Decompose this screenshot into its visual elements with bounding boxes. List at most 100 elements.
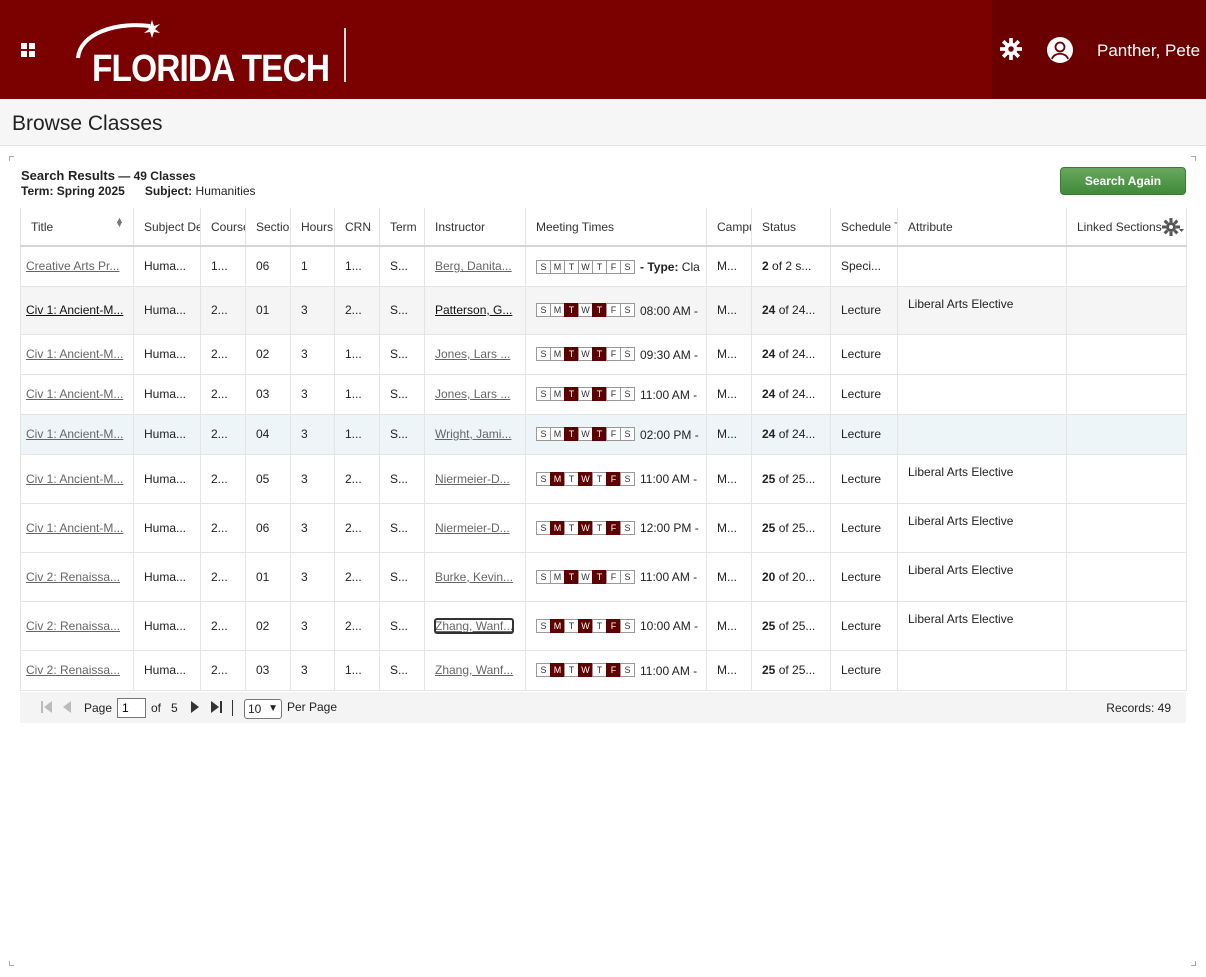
campus-cell: M...	[706, 454, 752, 504]
per-page-select[interactable]: 10 ▼	[244, 699, 282, 719]
column-header-status[interactable]: Status	[751, 208, 831, 247]
logo-divider	[344, 28, 346, 82]
meeting-times-cell[interactable]: S M T W T F S 12:00 PM -	[525, 503, 707, 553]
meeting-day-4: T	[592, 663, 607, 678]
first-page-icon[interactable]	[41, 701, 52, 713]
meeting-day-6: S	[620, 471, 635, 486]
subject-label: Subject:	[144, 184, 193, 198]
column-header-hours[interactable]: Hours	[290, 208, 335, 247]
table-row[interactable]: Civ 1: Ancient-M... Huma... 2... 02 3 1... S..…	[20, 334, 1187, 375]
section-cell: 01	[245, 286, 291, 335]
meeting-day-1: M	[550, 387, 565, 402]
course-title-link[interactable]: Civ 1: Ancient-M...	[26, 472, 123, 486]
course-title-link[interactable]: Civ 2: Renaissa...	[26, 619, 120, 633]
column-header-linked-sections[interactable]: Linked Sections	[1066, 208, 1187, 247]
meeting-times-cell[interactable]: S M T W T F S 08:00 AM -	[525, 286, 707, 335]
gear-icon[interactable]	[1000, 38, 1022, 60]
table-row[interactable]: Civ 2: Renaissa... Huma... 2... 02 3 2... S...…	[20, 601, 1187, 651]
column-header-title[interactable]: Title ▲ ▼	[20, 208, 134, 247]
pagination-bar: Page of 5 10▼ Per Page Records: 49	[20, 692, 1186, 723]
table-row[interactable]: Civ 1: Ancient-M... Huma... 2... 05 3 2... S..…	[20, 454, 1187, 504]
course-title-link[interactable]: Civ 1: Ancient-M...	[26, 303, 123, 317]
sort-icon[interactable]: ▲ ▼	[115, 215, 124, 235]
table-row[interactable]: Civ 2: Renaissa... Huma... 2... 01 3 2... S...…	[20, 552, 1187, 602]
column-header-campus[interactable]: Campus	[706, 208, 752, 247]
course-title-link[interactable]: Civ 1: Ancient-M...	[26, 427, 123, 441]
meeting-times-cell[interactable]: S M T W T F S 02:00 PM -	[525, 414, 707, 455]
course-title-link[interactable]: Civ 1: Ancient-M...	[26, 521, 123, 535]
meeting-day-1: M	[550, 471, 565, 486]
grid-icon[interactable]	[21, 43, 35, 57]
user-name[interactable]: Panther, Pete	[1097, 41, 1200, 61]
total-pages: 5	[171, 701, 178, 715]
instructor-link[interactable]: Zhang, Wanf...	[435, 663, 513, 677]
column-header-meeting-times[interactable]: Meeting Times	[525, 208, 707, 247]
page-number-input[interactable]	[117, 698, 146, 718]
instructor-link[interactable]: Niermeier-D...	[435, 472, 510, 486]
meeting-times-cell[interactable]: S M T W T F S 10:00 AM -	[525, 601, 707, 651]
table-row[interactable]: Creative Arts Pr... Huma... 1... 06 1 1... S..…	[20, 246, 1187, 287]
campus-cell: M...	[706, 552, 752, 602]
course-title-link[interactable]: Civ 1: Ancient-M...	[26, 387, 123, 401]
linked-sections-cell	[1066, 601, 1187, 651]
per-page-label: Per Page	[287, 700, 338, 714]
meeting-day-0: S	[536, 259, 551, 274]
meeting-times-cell[interactable]: SMTWTFS- Type: Cla	[525, 246, 707, 287]
crn-cell: 2...	[334, 601, 380, 651]
meeting-days: SMTWTFS	[536, 347, 635, 362]
column-settings-gear-icon[interactable]	[1162, 218, 1184, 236]
column-header-schedule-type[interactable]: Schedule Type	[830, 208, 898, 247]
course-number-cell: 2...	[200, 601, 246, 651]
attribute-cell	[897, 414, 1067, 455]
table-row[interactable]: Civ 2: Renaissa... Huma... 2... 03 3 1... S...…	[20, 650, 1187, 691]
status-cell: 20 of 20...	[751, 552, 831, 602]
term-cell: S...	[379, 286, 425, 335]
seats-total: of 20...	[775, 569, 816, 584]
column-header-instructor[interactable]: Instructor	[424, 208, 526, 247]
next-page-icon[interactable]	[191, 701, 200, 713]
instructor-link[interactable]: Wright, Jami...	[435, 427, 511, 441]
user-icon[interactable]	[1046, 36, 1074, 64]
column-header-crn[interactable]: CRN	[334, 208, 380, 247]
course-title-link[interactable]: Creative Arts Pr...	[26, 259, 119, 273]
meeting-times-cell[interactable]: S M T W T F S 11:00 AM -	[525, 650, 707, 691]
seats-total: of 24...	[775, 387, 816, 401]
instructor-link[interactable]: Niermeier-D...	[435, 521, 510, 535]
schedule-type-cell: Lecture	[830, 503, 898, 553]
status-cell: 24 of 24...	[751, 414, 831, 455]
course-title-link[interactable]: Civ 1: Ancient-M...	[26, 347, 123, 361]
florida-tech-logo[interactable]: FLORIDA TECH	[74, 20, 330, 90]
instructor-link[interactable]: Jones, Lars ...	[435, 387, 510, 401]
column-header-term[interactable]: Term	[379, 208, 425, 247]
instructor-link[interactable]: Jones, Lars ...	[435, 347, 510, 361]
instructor-link[interactable]: Zhang, Wanf...	[433, 617, 515, 634]
pager-divider	[232, 700, 233, 716]
course-title-link[interactable]: Civ 2: Renaissa...	[26, 663, 120, 677]
meeting-times-cell[interactable]: S M T W T F S 09:30 AM -	[525, 334, 707, 375]
column-header-section[interactable]: Section	[245, 208, 291, 247]
term-cell: S...	[379, 454, 425, 504]
previous-page-icon[interactable]	[63, 701, 72, 713]
table-row[interactable]: Civ 1: Ancient-M... Huma... 2... 03 3 1... S..…	[20, 374, 1187, 415]
meeting-time: 10:00 AM -	[640, 618, 699, 633]
meeting-day-1: M	[550, 569, 565, 584]
meeting-times-cell[interactable]: S M T W T F S 11:00 AM -	[525, 374, 707, 415]
meeting-times-cell[interactable]: S M T W T F S 11:00 AM -	[525, 454, 707, 504]
course-title-link[interactable]: Civ 2: Renaissa...	[26, 570, 120, 584]
column-header-attribute[interactable]: Attribute	[897, 208, 1067, 247]
hours-cell: 3	[290, 286, 335, 335]
last-page-icon[interactable]	[211, 701, 222, 713]
column-header-course[interactable]: Course Number	[200, 208, 246, 247]
table-row[interactable]: Civ 1: Ancient-M... Huma... 2... 04 3 1... S..…	[20, 414, 1187, 455]
column-header-subject[interactable]: Subject Description	[133, 208, 201, 247]
table-row[interactable]: Civ 1: Ancient-M... Huma... 2... 06 3 2... S..…	[20, 503, 1187, 553]
instructor-cell: Niermeier-D...	[424, 503, 526, 553]
instructor-link[interactable]: Patterson, G...	[435, 303, 512, 317]
meeting-times-cell[interactable]: S M T W T F S 11:00 AM -	[525, 552, 707, 602]
instructor-cell: Berg, Danita...	[424, 246, 526, 287]
instructor-link[interactable]: Berg, Danita...	[435, 259, 512, 273]
table-row[interactable]: Civ 1: Ancient-M... Huma... 2... 01 3 2... S..…	[20, 286, 1187, 335]
instructor-link[interactable]: Burke, Kevin...	[435, 570, 513, 584]
campus-cell: M...	[706, 286, 752, 335]
search-again-button[interactable]: Search Again	[1060, 167, 1186, 195]
